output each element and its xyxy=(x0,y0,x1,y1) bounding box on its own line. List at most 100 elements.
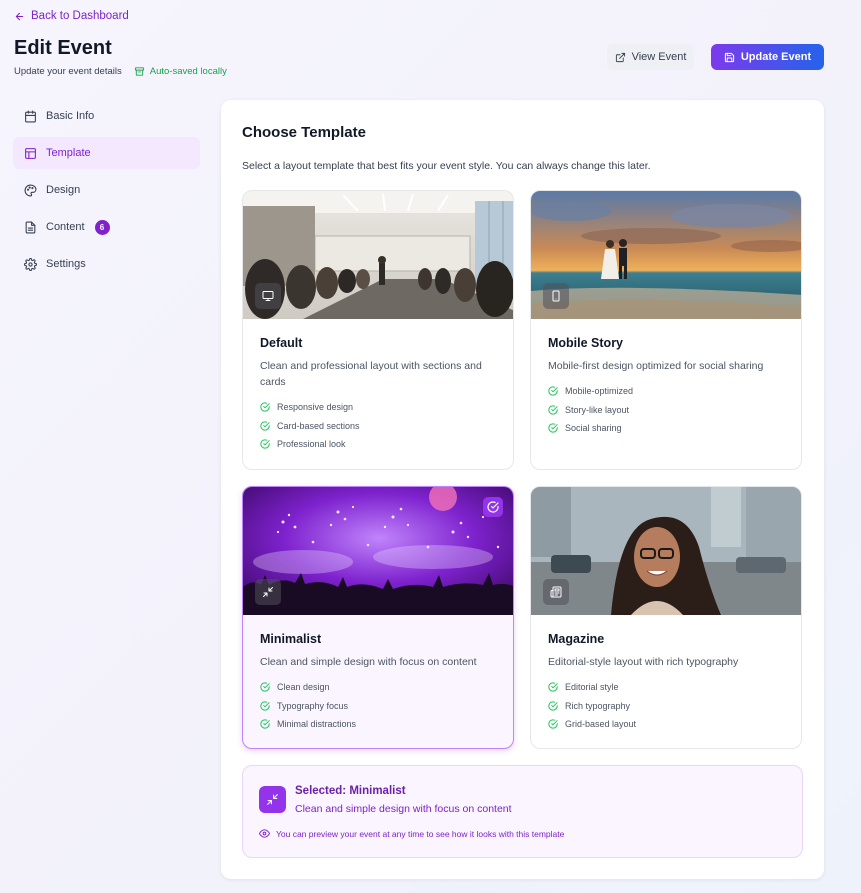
template-preview-image xyxy=(243,487,513,615)
view-event-button[interactable]: View Event xyxy=(607,44,694,70)
sidebar-item-label: Settings xyxy=(46,258,86,270)
sidebar-item-settings[interactable]: Settings xyxy=(13,248,200,280)
back-to-dashboard-link[interactable]: Back to Dashboard xyxy=(14,10,129,22)
check-circle-icon xyxy=(260,701,270,711)
sidebar-item-design[interactable]: Design xyxy=(13,174,200,206)
page-subtitle: Update your event details xyxy=(14,66,122,77)
template-option-default[interactable]: Default Clean and professional layout wi… xyxy=(242,190,514,470)
check-circle-icon xyxy=(548,405,558,415)
feature-label: Responsive design xyxy=(277,402,354,413)
feature-label: Minimal distractions xyxy=(277,719,357,730)
template-feature: Story-like layout xyxy=(548,401,784,420)
minimize-icon xyxy=(255,579,281,605)
template-name: Default xyxy=(260,336,303,350)
feature-label: Typography focus xyxy=(277,700,349,711)
selected-template-summary: Selected: Minimalist Clean and simple de… xyxy=(242,765,803,858)
selected-template-description: Clean and simple design with focus on co… xyxy=(295,803,512,815)
check-circle-icon xyxy=(548,386,558,396)
feature-label: Rich typography xyxy=(565,700,631,711)
page-title: Edit Event xyxy=(14,37,112,59)
calendar-icon xyxy=(25,110,36,122)
subtitle-row: Update your event details Auto-saved loc… xyxy=(14,66,227,77)
check-circle-icon xyxy=(548,423,558,433)
preview-tip: You can preview your event at any time t… xyxy=(259,828,564,839)
feature-label: Clean design xyxy=(277,682,330,693)
document-icon xyxy=(25,221,36,233)
monitor-icon xyxy=(255,283,281,309)
concert-fireworks-photo xyxy=(243,487,513,615)
layout-icon xyxy=(25,147,36,159)
meeting-room-photo xyxy=(243,191,513,319)
external-link-icon xyxy=(615,52,625,62)
section-description: Select a layout template that best fits … xyxy=(242,160,651,172)
template-preview-image xyxy=(531,191,801,319)
template-option-magazine[interactable]: Magazine Editorial-style layout with ric… xyxy=(530,486,802,749)
smartphone-icon xyxy=(543,283,569,309)
template-preview-image xyxy=(531,487,801,615)
autosave-label: Auto-saved locally xyxy=(149,66,227,77)
preview-tip-label: You can preview your event at any time t… xyxy=(276,828,565,839)
template-feature: Social sharing xyxy=(548,419,784,438)
template-feature: Clean design xyxy=(260,678,496,697)
template-description: Mobile-first design optimized for social… xyxy=(548,360,764,372)
view-event-label: View Event xyxy=(631,51,687,63)
sidebar-item-label: Basic Info xyxy=(46,110,95,122)
template-feature: Professional look xyxy=(260,435,496,454)
autosave-status: Auto-saved locally xyxy=(134,66,227,77)
feature-label: Card-based sections xyxy=(277,420,360,431)
feature-label: Professional look xyxy=(277,439,346,450)
template-option-minimalist[interactable]: Minimalist Clean and simple design with … xyxy=(242,486,514,749)
sidebar-item-content[interactable]: Content 6 xyxy=(13,211,200,243)
check-circle-icon xyxy=(260,421,270,431)
template-feature: Minimal distractions xyxy=(260,715,496,734)
back-link-label: Back to Dashboard xyxy=(31,10,129,22)
template-preview-image xyxy=(243,191,513,319)
check-circle-icon xyxy=(260,439,270,449)
beach-wedding-photo xyxy=(531,191,801,319)
feature-label: Mobile-optimized xyxy=(565,386,634,397)
template-feature: Mobile-optimized xyxy=(548,382,784,401)
template-feature: Card-based sections xyxy=(260,417,496,436)
palette-icon xyxy=(24,184,37,196)
check-circle-icon xyxy=(548,701,558,711)
newspaper-icon xyxy=(543,579,569,605)
check-circle-icon xyxy=(548,682,558,692)
content-count-badge: 6 xyxy=(94,219,110,235)
eye-icon xyxy=(259,829,270,838)
check-circle-icon xyxy=(260,402,270,412)
sidebar-item-basic-info[interactable]: Basic Info xyxy=(13,100,200,132)
template-description: Editorial-style layout with rich typogra… xyxy=(548,656,739,668)
sidebar-item-label: Template xyxy=(46,147,91,159)
sidebar-item-label: Content xyxy=(46,221,85,233)
sidebar-item-template[interactable]: Template xyxy=(13,137,200,169)
feature-label: Story-like layout xyxy=(565,404,630,415)
selected-template-title: Selected: Minimalist xyxy=(295,785,406,797)
feature-label: Grid-based layout xyxy=(565,719,637,730)
template-feature: Editorial style xyxy=(548,678,784,697)
feature-label: Editorial style xyxy=(565,682,619,693)
section-title: Choose Template xyxy=(242,124,366,141)
template-feature: Rich typography xyxy=(548,697,784,716)
check-circle-icon xyxy=(260,682,270,692)
template-option-mobile-story[interactable]: Mobile Story Mobile-first design optimiz… xyxy=(530,190,802,470)
sidebar-item-label: Design xyxy=(46,184,81,196)
template-description: Clean and simple design with focus on co… xyxy=(260,656,477,668)
template-feature: Typography focus xyxy=(260,697,496,716)
arrow-left-icon xyxy=(15,12,24,20)
template-feature: Grid-based layout xyxy=(548,715,784,734)
sidebar-nav: Basic Info Template Design Content 6 Set… xyxy=(13,100,200,285)
template-feature: Responsive design xyxy=(260,398,496,417)
update-event-button[interactable]: Update Event xyxy=(711,44,824,70)
archive-icon xyxy=(134,67,144,76)
woman-portrait-photo xyxy=(531,487,801,615)
gear-icon xyxy=(24,257,37,271)
update-event-label: Update Event xyxy=(740,51,812,63)
feature-label: Social sharing xyxy=(565,423,622,434)
template-description: Clean and professional layout with secti… xyxy=(260,360,482,388)
template-name: Mobile Story xyxy=(548,336,624,350)
check-circle-icon xyxy=(548,719,558,729)
template-name: Minimalist xyxy=(260,632,322,646)
template-name: Magazine xyxy=(548,632,605,646)
selected-check-icon xyxy=(483,497,503,517)
save-icon xyxy=(724,52,734,62)
